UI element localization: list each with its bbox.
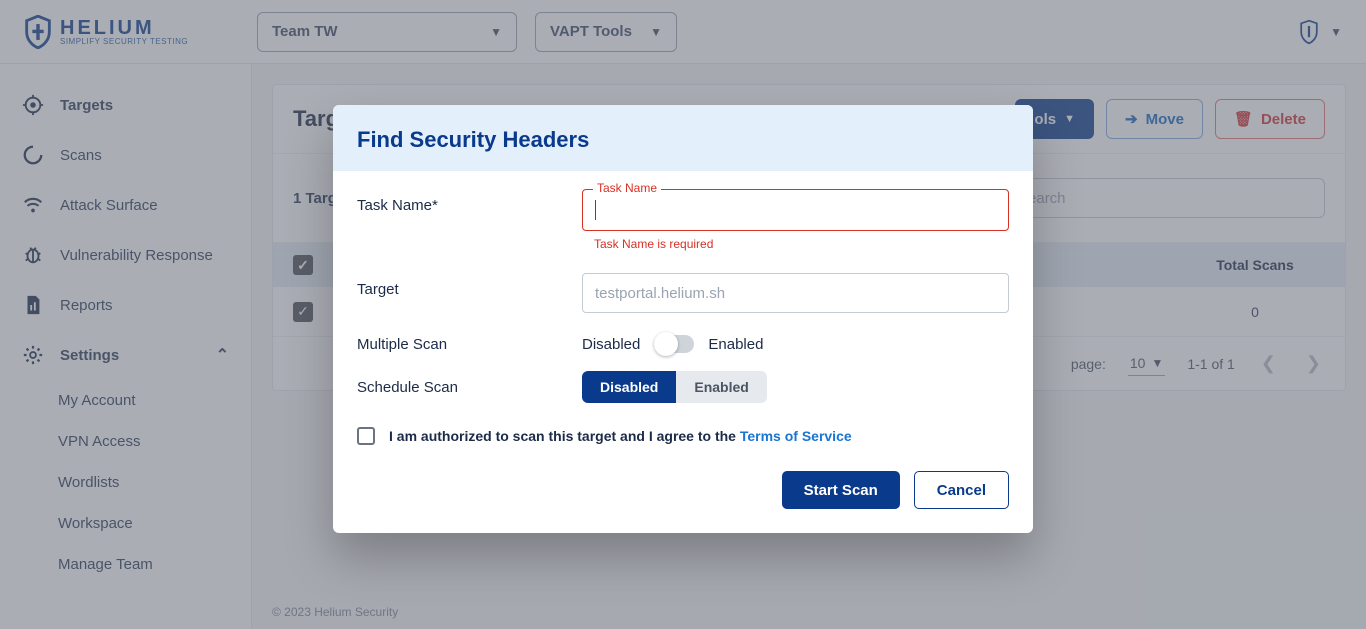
- task-name-error: Task Name is required: [594, 237, 1009, 251]
- cancel-button[interactable]: Cancel: [914, 471, 1009, 509]
- target-label: Target: [357, 273, 582, 298]
- target-input[interactable]: testportal.helium.sh: [582, 273, 1009, 313]
- modal-overlay[interactable]: Find Security Headers Task Name* Task Na…: [0, 0, 1366, 629]
- multiple-scan-on-label: Enabled: [708, 336, 763, 353]
- task-name-label: Task Name*: [357, 189, 582, 214]
- find-security-headers-modal: Find Security Headers Task Name* Task Na…: [333, 105, 1033, 533]
- schedule-enabled-button[interactable]: Enabled: [676, 371, 766, 403]
- schedule-disabled-button[interactable]: Disabled: [582, 371, 676, 403]
- text-cursor: [595, 200, 596, 220]
- schedule-scan-segment: Disabled Enabled: [582, 371, 767, 403]
- start-scan-button[interactable]: Start Scan: [782, 471, 900, 509]
- task-name-input[interactable]: Task Name: [582, 189, 1009, 231]
- modal-title: Find Security Headers: [357, 127, 1009, 153]
- multiple-scan-toggle[interactable]: [654, 335, 694, 353]
- multiple-scan-label: Multiple Scan: [357, 336, 582, 353]
- schedule-scan-label: Schedule Scan: [357, 379, 582, 396]
- target-value: testportal.helium.sh: [595, 285, 725, 302]
- task-name-legend: Task Name: [593, 181, 661, 195]
- authorize-text: I am authorized to scan this target and …: [389, 428, 852, 444]
- authorize-checkbox[interactable]: [357, 427, 375, 445]
- terms-of-service-link[interactable]: Terms of Service: [740, 428, 852, 444]
- multiple-scan-off-label: Disabled: [582, 336, 640, 353]
